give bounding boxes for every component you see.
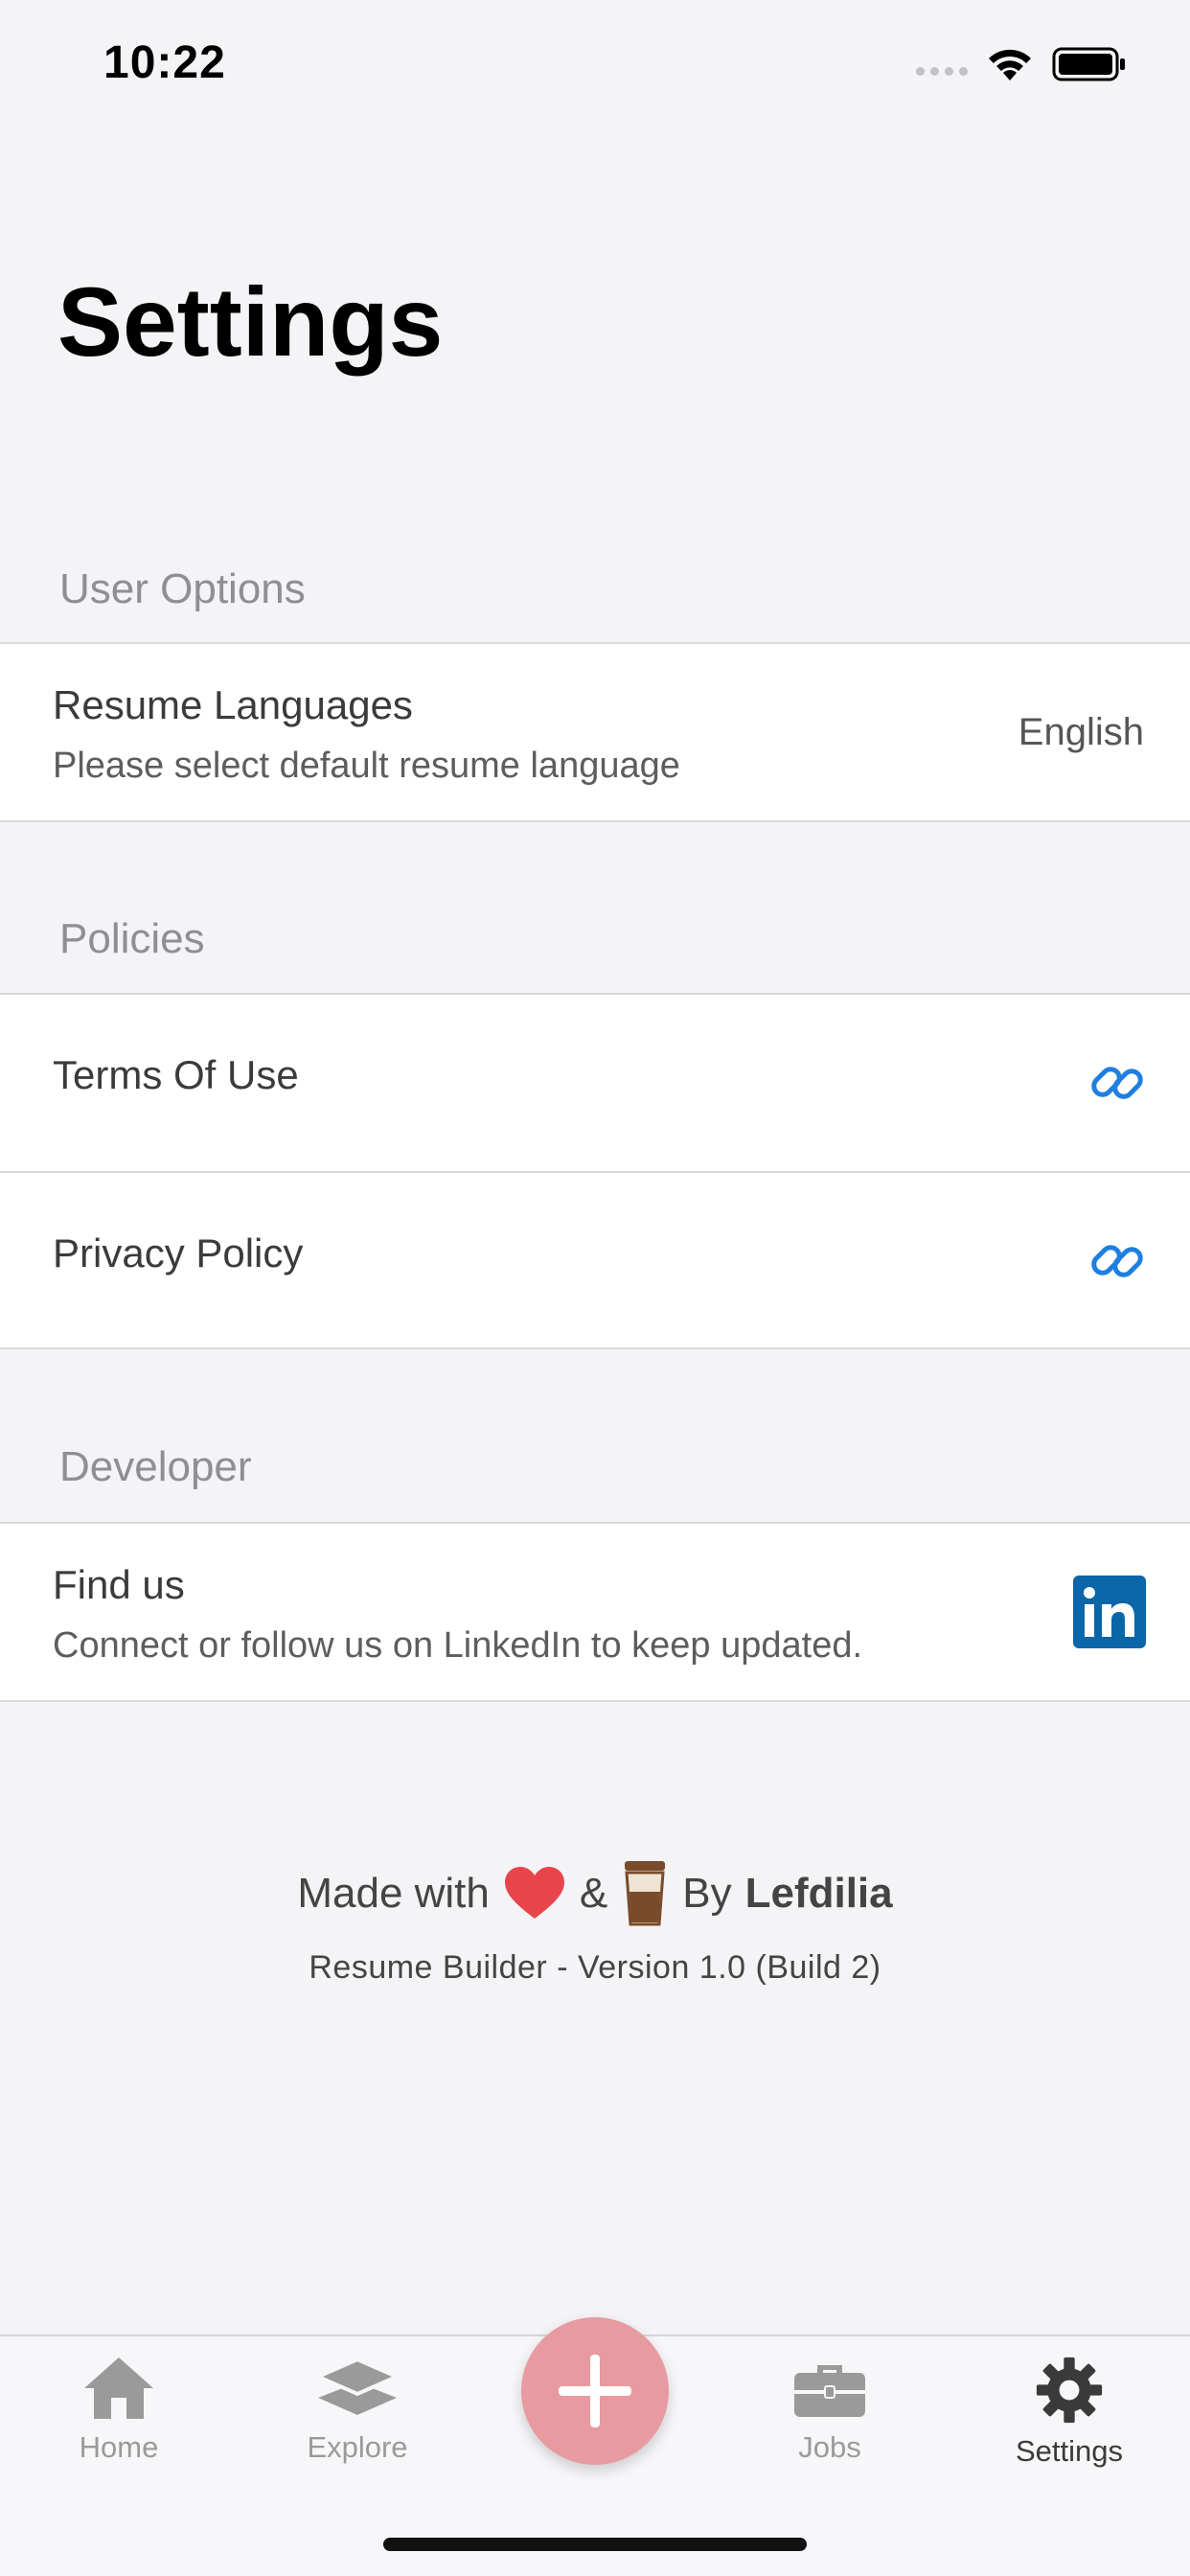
home-icon [84,2358,153,2419]
find-us-row[interactable]: Find us Connect or follow us on LinkedIn… [0,1524,1190,1700]
link-icon[interactable] [1088,1054,1146,1112]
policies-group: Terms Of Use Privacy Policy [0,993,1190,1349]
gear-icon [1036,2357,1103,2424]
tab-home[interactable]: Home [23,2356,215,2465]
find-us-subtitle: Connect or follow us on LinkedIn to keep… [53,1625,863,1666]
developer-group: Find us Connect or follow us on LinkedIn… [0,1522,1190,1702]
heart-icon [504,1867,564,1919]
coffee-cup-icon [625,1861,666,1926]
plus-icon [559,2355,631,2427]
cellular-signal-icon [916,67,968,76]
status-time: 10:22 [103,37,226,88]
user-options-group: Resume Languages Please select default r… [0,642,1190,822]
resume-languages-row[interactable]: Resume Languages Please select default r… [0,644,1190,820]
section-header-user-options: User Options [59,565,306,612]
brand-name: Lefdilia [744,1870,893,1917]
privacy-policy-row[interactable]: Privacy Policy [0,1171,1190,1347]
status-bar: 10:22 [0,0,1190,125]
section-header-developer: Developer [59,1443,252,1490]
made-with-text: Made with [297,1870,490,1917]
resume-languages-subtitle: Please select default resume language [53,746,680,786]
by-text: By [682,1870,732,1917]
made-with-line: Made with & By Lefdilia [0,1859,1190,1928]
terms-of-use-row[interactable]: Terms Of Use [0,995,1190,1171]
linkedin-icon[interactable] [1073,1576,1146,1648]
home-indicator [383,2538,807,2551]
privacy-policy-title: Privacy Policy [53,1230,304,1276]
battery-icon [1052,47,1125,81]
tab-explore-label: Explore [307,2430,408,2464]
tab-jobs[interactable]: Jobs [734,2356,926,2465]
ampersand-text: & [579,1870,608,1917]
tab-settings-label: Settings [1015,2434,1123,2468]
tab-home-label: Home [79,2430,159,2464]
resume-languages-title: Resume Languages [53,682,413,727]
tab-settings[interactable]: Settings [973,2356,1165,2469]
resume-language-value[interactable]: English [1018,711,1144,754]
add-button[interactable] [521,2317,669,2465]
section-header-policies: Policies [59,915,205,962]
version-text: Resume Builder - Version 1.0 (Build 2) [309,1949,881,1986]
find-us-title: Find us [53,1562,185,1607]
wifi-icon [989,49,1031,80]
link-icon[interactable] [1088,1232,1146,1290]
briefcase-icon [794,2365,865,2417]
tab-jobs-label: Jobs [798,2430,861,2464]
page-title: Settings [57,267,444,377]
layers-icon [316,2357,399,2415]
tab-explore[interactable]: Explore [262,2356,453,2465]
terms-of-use-title: Terms Of Use [53,1052,299,1097]
